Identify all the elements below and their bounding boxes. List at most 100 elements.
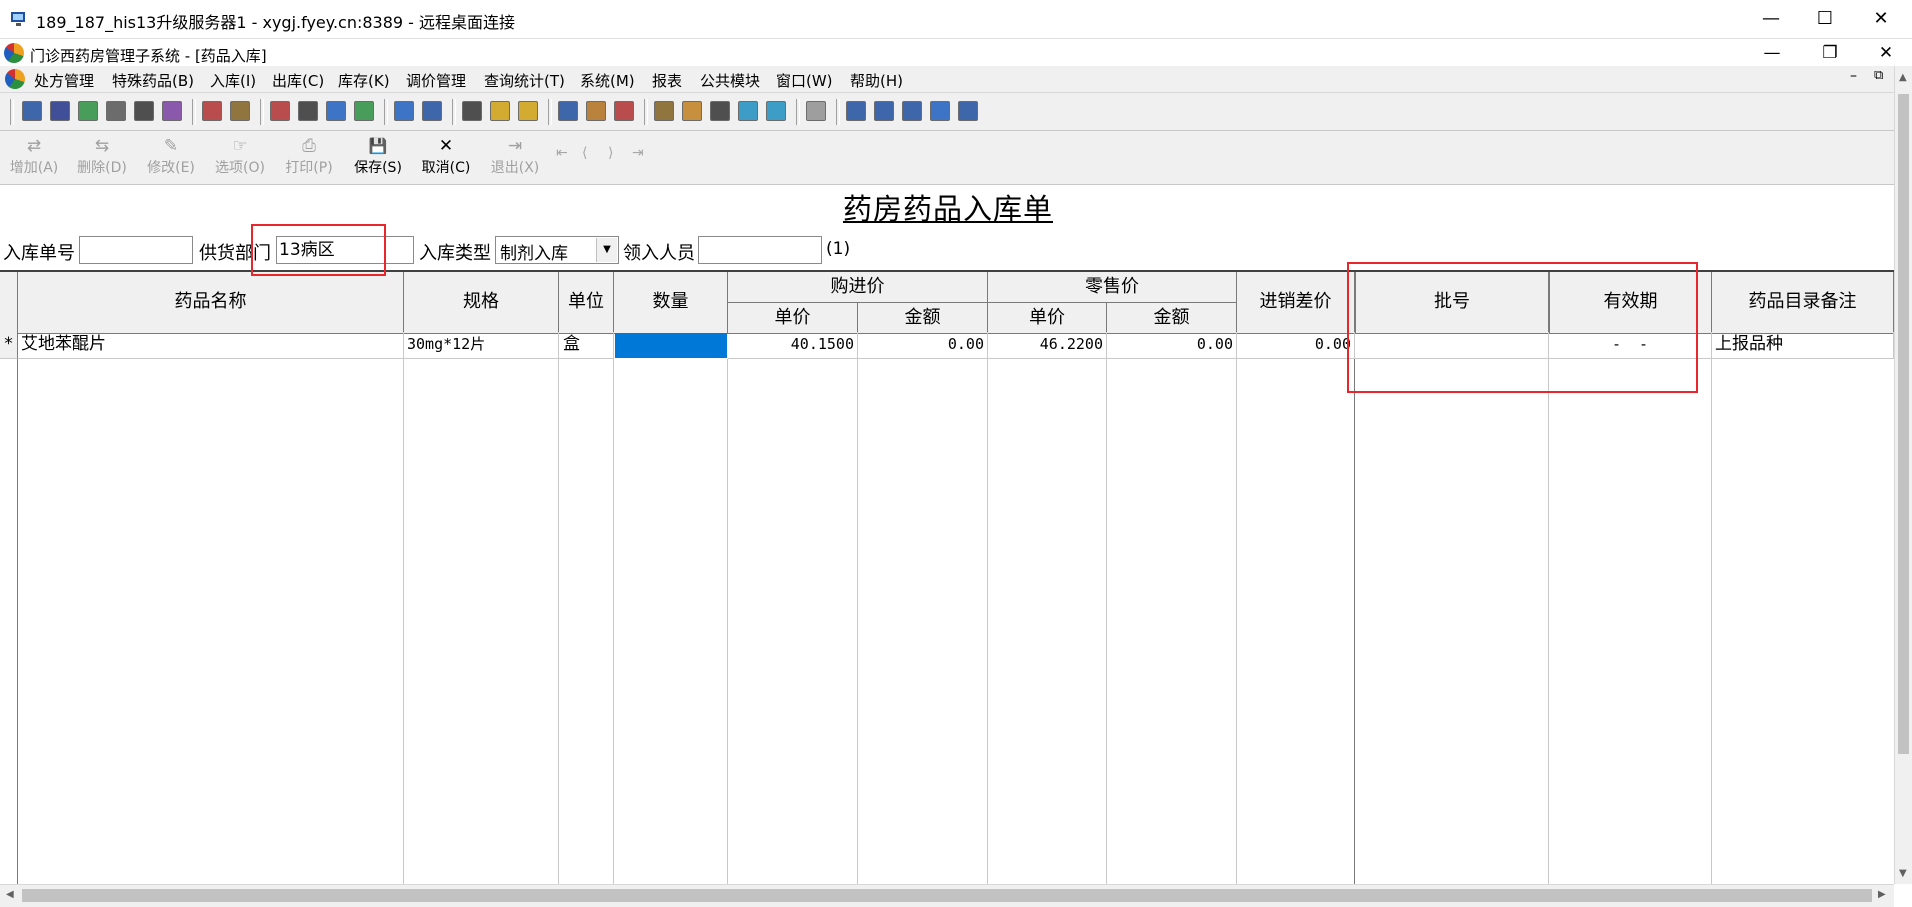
nav-first-icon[interactable]: ⇤ — [556, 145, 568, 161]
scroll-right-icon[interactable]: ▶ — [1878, 889, 1886, 900]
header-expiry[interactable]: 有效期 — [1549, 272, 1712, 334]
cell-drug-name[interactable]: 艾地苯醌片 — [18, 332, 404, 359]
window-maximize-button[interactable]: ☐ — [1796, 0, 1854, 38]
cell-batch-no[interactable] — [1355, 332, 1549, 359]
clipboard-icon[interactable] — [958, 101, 978, 121]
note-icon[interactable] — [394, 101, 414, 121]
list-icon[interactable] — [162, 101, 182, 121]
bell-icon[interactable] — [490, 101, 510, 121]
receipt-no-input[interactable] — [79, 236, 193, 264]
menu-window[interactable]: 窗口(W) — [776, 70, 833, 91]
menu-help[interactable]: 帮助(H) — [850, 70, 903, 91]
thermometer-icon[interactable] — [682, 101, 702, 121]
table-icon[interactable] — [874, 101, 894, 121]
truck-icon[interactable] — [614, 101, 634, 121]
header-quantity[interactable]: 数量 — [614, 272, 728, 334]
copy-icon[interactable] — [326, 101, 346, 121]
cell-spec[interactable]: 30mg*12片 — [404, 332, 559, 359]
cell-retail-unit-price[interactable]: 46.2200 — [988, 332, 1107, 359]
windows-icon[interactable] — [902, 101, 922, 121]
window-minimize-button[interactable]: — — [1742, 0, 1800, 38]
calculator-icon[interactable] — [738, 101, 758, 121]
supplier-input[interactable]: 13病区 — [276, 236, 414, 264]
menu-system[interactable]: 系统(M) — [580, 70, 635, 91]
chart-icon[interactable] — [422, 101, 442, 121]
vertical-scroll-thumb[interactable] — [1898, 94, 1909, 754]
menu-public-module[interactable]: 公共模块 — [700, 70, 760, 91]
row-marker[interactable]: * — [0, 332, 18, 359]
horizontal-scrollbar[interactable]: ◀ ▶ — [0, 884, 1894, 907]
header-unit[interactable]: 单位 — [559, 272, 614, 334]
check-box-icon[interactable] — [78, 101, 98, 121]
stock-in-type-select[interactable]: 制剂入库 ▼ — [495, 236, 619, 264]
add-button[interactable]: ⇄ 增加(A) — [6, 135, 62, 181]
inner-minimize-button[interactable]: – — [1850, 68, 1857, 84]
print-button[interactable]: ⎙ 打印(P) — [281, 135, 337, 181]
stop-icon[interactable] — [806, 101, 826, 121]
folder-icon[interactable] — [654, 101, 674, 121]
horizontal-scroll-thumb[interactable] — [22, 889, 1872, 902]
header-spec[interactable]: 规格 — [404, 272, 559, 334]
scroll-down-icon[interactable]: ▼ — [1899, 868, 1907, 879]
modify-button[interactable]: ✎ 修改(E) — [143, 135, 199, 181]
cup-icon[interactable] — [558, 101, 578, 121]
header-purchase-unit-price[interactable]: 单价 — [728, 303, 858, 334]
header-drug-name[interactable]: 药品名称 — [18, 272, 404, 334]
grid-icon[interactable] — [462, 101, 482, 121]
menu-stock-in[interactable]: 入库(I) — [210, 70, 256, 91]
scroll-left-icon[interactable]: ◀ — [6, 889, 14, 900]
mdi-restore-button[interactable]: ❐ — [1810, 39, 1850, 67]
card-icon[interactable] — [230, 101, 250, 121]
register-icon[interactable] — [106, 101, 126, 121]
menu-prescription[interactable]: 处方管理 — [34, 70, 94, 91]
cell-quantity[interactable] — [615, 333, 727, 358]
cell-catalog-note[interactable]: 上报品种 — [1712, 332, 1894, 359]
mdi-close-button[interactable]: ✕ — [1866, 39, 1906, 67]
header-retail-amount[interactable]: 金额 — [1107, 303, 1237, 334]
nav-prev-icon[interactable]: ⟨ — [582, 145, 587, 161]
cancel-button[interactable]: ✕ 取消(C) — [418, 135, 474, 181]
bottle-icon[interactable] — [50, 101, 70, 121]
cell-purchase-amount[interactable]: 0.00 — [858, 332, 988, 359]
header-catalog-note[interactable]: 药品目录备注 — [1712, 272, 1894, 334]
menu-price-adjust[interactable]: 调价管理 — [406, 70, 466, 91]
vertical-scrollbar[interactable]: ▲ ▼ — [1894, 66, 1912, 884]
edit-doc-icon[interactable] — [202, 101, 222, 121]
mdi-minimize-button[interactable]: — — [1752, 39, 1792, 67]
delete-button[interactable]: ⇆ 删除(D) — [74, 135, 130, 181]
menu-reports[interactable]: 报表 — [652, 70, 682, 91]
binoculars-icon[interactable] — [134, 101, 154, 121]
printer-icon[interactable] — [22, 101, 42, 121]
scroll-up-icon[interactable]: ▲ — [1899, 72, 1907, 83]
cell-expiry[interactable]: - - — [1549, 332, 1712, 359]
key-icon[interactable] — [586, 101, 606, 121]
exit-button[interactable]: ⇥ 退出(X) — [487, 135, 543, 181]
export-icon[interactable] — [354, 101, 374, 121]
header-purchase-amount[interactable]: 金额 — [858, 303, 988, 334]
checklist-icon[interactable] — [298, 101, 318, 121]
header-batch-no[interactable]: 批号 — [1355, 272, 1549, 334]
window-close-button[interactable]: ✕ — [1852, 0, 1910, 38]
menu-stock-out[interactable]: 出库(C) — [272, 70, 324, 91]
header-price-difference[interactable]: 进销差价 — [1237, 272, 1355, 334]
menu-special-drugs[interactable]: 特殊药品(B) — [112, 70, 194, 91]
checkmark-doc-icon[interactable] — [930, 101, 950, 121]
header-retail-unit-price[interactable]: 单价 — [988, 303, 1107, 334]
house-icon[interactable] — [766, 101, 786, 121]
inner-restore-button[interactable]: ⧉ — [1874, 68, 1883, 83]
menu-query-stats[interactable]: 查询统计(T) — [484, 70, 565, 91]
menu-inventory[interactable]: 库存(K) — [338, 70, 390, 91]
dropdown-arrow-icon[interactable]: ▼ — [596, 238, 617, 262]
nav-next-icon[interactable]: ⟩ — [608, 145, 613, 161]
save-button[interactable]: 💾 保存(S) — [350, 135, 406, 181]
yellow-doc-icon[interactable] — [518, 101, 538, 121]
cell-unit[interactable]: 盒 — [559, 332, 614, 359]
nav-last-icon[interactable]: ⇥ — [632, 145, 644, 161]
book-icon[interactable] — [270, 101, 290, 121]
search-icon[interactable] — [710, 101, 730, 121]
receiver-input[interactable] — [698, 236, 822, 264]
cell-price-difference[interactable]: 0.00 — [1237, 332, 1355, 359]
zoom-icon[interactable] — [846, 101, 866, 121]
options-button[interactable]: ☞ 选项(O) — [212, 135, 268, 181]
cell-purchase-unit-price[interactable]: 40.1500 — [728, 332, 858, 359]
